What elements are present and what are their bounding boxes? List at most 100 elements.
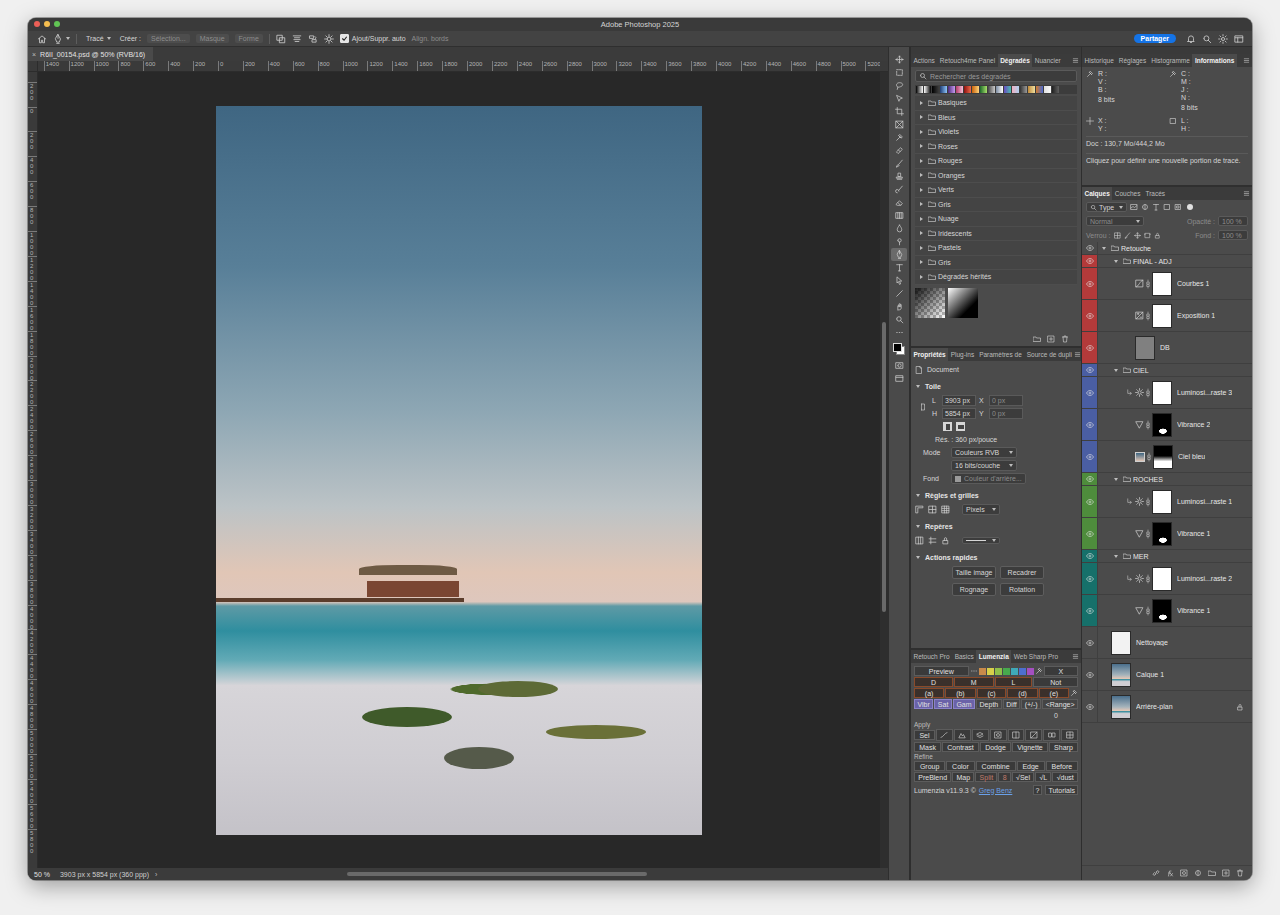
path-alignment-icon[interactable] (292, 34, 302, 44)
range-button[interactable]: (e) (1039, 688, 1069, 698)
layer-visibility[interactable] (1082, 300, 1098, 331)
layer-row[interactable]: Retouche (1082, 242, 1252, 255)
align-edges-option[interactable]: Align. bords (412, 35, 449, 42)
scroll-thumb[interactable] (347, 872, 647, 876)
zone-button[interactable]: M (954, 677, 994, 687)
pixel-grid-icon[interactable] (941, 505, 950, 514)
layer-visibility[interactable] (1082, 268, 1098, 299)
lock-paint-icon[interactable] (1124, 232, 1131, 239)
apply-icon-button[interactable] (972, 729, 989, 741)
create-button[interactable]: Masque (196, 34, 229, 43)
horizontal-scrollbar[interactable] (227, 872, 787, 877)
rulers-section-header[interactable]: Règles et grilles (915, 489, 1077, 502)
panel-tab[interactable]: Historique (1082, 54, 1116, 67)
gradient-swatch[interactable] (996, 86, 1003, 93)
blend-mode-dropdown[interactable]: Normal (1086, 216, 1144, 226)
link-icon[interactable] (919, 403, 927, 411)
layer-row[interactable]: Courbes 1 (1082, 268, 1252, 300)
layer-visibility[interactable] (1082, 364, 1098, 376)
refine-extra-button[interactable]: 8 (998, 772, 1010, 782)
panel-tab[interactable]: Réglages (1116, 54, 1148, 67)
sel-button[interactable]: Sel (914, 730, 935, 740)
guide-options-icon[interactable] (928, 536, 937, 545)
color-mode-dropdown[interactable]: Couleurs RVB (951, 447, 1017, 458)
layer-row[interactable]: Calque 1 (1082, 659, 1252, 691)
layer-mask-thumbnail[interactable] (1152, 272, 1172, 296)
layer-row[interactable]: Ciel bleu (1082, 441, 1252, 473)
layer-row[interactable]: Vibrance 1 (1082, 595, 1252, 627)
gradient-swatch[interactable] (956, 86, 963, 93)
create-button[interactable]: Forme (235, 34, 263, 43)
layer-visibility[interactable] (1082, 441, 1098, 472)
layer-row[interactable]: ROCHES (1082, 473, 1252, 486)
dots-icon[interactable] (970, 667, 978, 675)
gradient-swatch[interactable] (916, 86, 923, 93)
guide-line-dropdown[interactable] (962, 537, 1000, 544)
option-button[interactable]: Depth (976, 699, 1002, 709)
chevron-icon[interactable] (920, 231, 923, 235)
photo[interactable] (216, 106, 702, 835)
layer-filter-dropdown[interactable]: Type (1086, 202, 1127, 212)
panel-tab[interactable]: Tracés (1143, 187, 1168, 200)
layer-visibility[interactable] (1082, 409, 1098, 440)
layer-thumbnail[interactable] (1111, 663, 1131, 687)
layer-mask-thumbnail[interactable] (1153, 445, 1173, 469)
tool-button[interactable] (891, 261, 907, 274)
gradient-folder[interactable]: Basiques (915, 96, 1077, 111)
layer-row[interactable]: Luminosi...raste 3 (1082, 377, 1252, 409)
panel-tab[interactable]: Actions (911, 54, 937, 67)
gradient-folder[interactable]: Rouges (915, 154, 1077, 169)
layer-visibility[interactable] (1082, 550, 1098, 562)
apply-button[interactable]: Contrast (942, 742, 979, 752)
option-button[interactable]: Diff (1003, 699, 1020, 709)
auto-add-delete-checkbox[interactable]: Ajout/Suppr. auto (340, 34, 406, 43)
refine-extra-button[interactable]: Split (975, 772, 997, 782)
document-info[interactable]: 3903 px x 5854 px (360 ppp)› (60, 871, 157, 878)
gradient-swatch[interactable] (972, 86, 979, 93)
chevron-icon[interactable] (920, 275, 923, 279)
quick-action-button[interactable]: Rotation (1000, 583, 1044, 596)
panel-tab[interactable]: Nuancier (1032, 54, 1063, 67)
apply-icon-button[interactable] (1043, 729, 1060, 741)
gradient-folder[interactable]: Oranges (915, 169, 1077, 184)
chain-icon[interactable] (1146, 420, 1150, 430)
layer-visibility[interactable] (1082, 627, 1098, 658)
tool-button[interactable] (891, 274, 907, 287)
gradient-swatch[interactable] (1044, 86, 1051, 93)
layer-visibility[interactable] (1082, 377, 1098, 408)
chevron-icon[interactable] (1102, 247, 1106, 250)
layer-visibility[interactable] (1082, 518, 1098, 549)
home-icon[interactable] (37, 34, 47, 44)
fill-field[interactable]: 100 % (1218, 230, 1248, 240)
panel-tab[interactable]: Dégradés (998, 54, 1033, 67)
chain-icon[interactable] (1146, 311, 1150, 321)
gradient-swatch[interactable] (1036, 86, 1043, 93)
layer-visibility[interactable] (1082, 563, 1098, 594)
guide-layout-icon[interactable] (915, 536, 924, 545)
gradient-search[interactable]: Rechercher des dégradés (915, 70, 1077, 82)
panel-tab[interactable]: Basics (952, 650, 976, 663)
apply-icon-button[interactable] (990, 729, 1007, 741)
refine-extra-button[interactable]: √Sel (1012, 772, 1034, 782)
tool-button[interactable] (891, 235, 907, 248)
refine-button[interactable]: Combine (976, 761, 1016, 771)
create-button[interactable]: Sélection... (147, 34, 190, 43)
gradient-thumbnail[interactable] (915, 288, 945, 318)
quick-actions-header[interactable]: Actions rapides (915, 551, 1077, 564)
brightness-icon[interactable] (1218, 34, 1228, 44)
gear-icon[interactable] (324, 34, 334, 44)
new-gradient-icon[interactable] (1047, 335, 1055, 343)
gradient-swatch[interactable] (1028, 86, 1035, 93)
tool-button[interactable] (891, 326, 907, 339)
tool-button[interactable] (891, 92, 907, 105)
layer-mask-thumbnail[interactable] (1152, 490, 1172, 514)
chevron-icon[interactable] (920, 159, 923, 163)
chevron-icon[interactable] (920, 173, 923, 177)
apply-icon-button[interactable] (1008, 729, 1025, 741)
lock-position-icon[interactable] (1134, 232, 1141, 239)
chevron-icon[interactable] (1114, 555, 1118, 558)
tool-preset-picker[interactable] (53, 34, 70, 44)
gradient-folder[interactable]: Gris (915, 198, 1077, 213)
color-button[interactable] (1003, 668, 1010, 675)
color-button[interactable] (987, 668, 994, 675)
